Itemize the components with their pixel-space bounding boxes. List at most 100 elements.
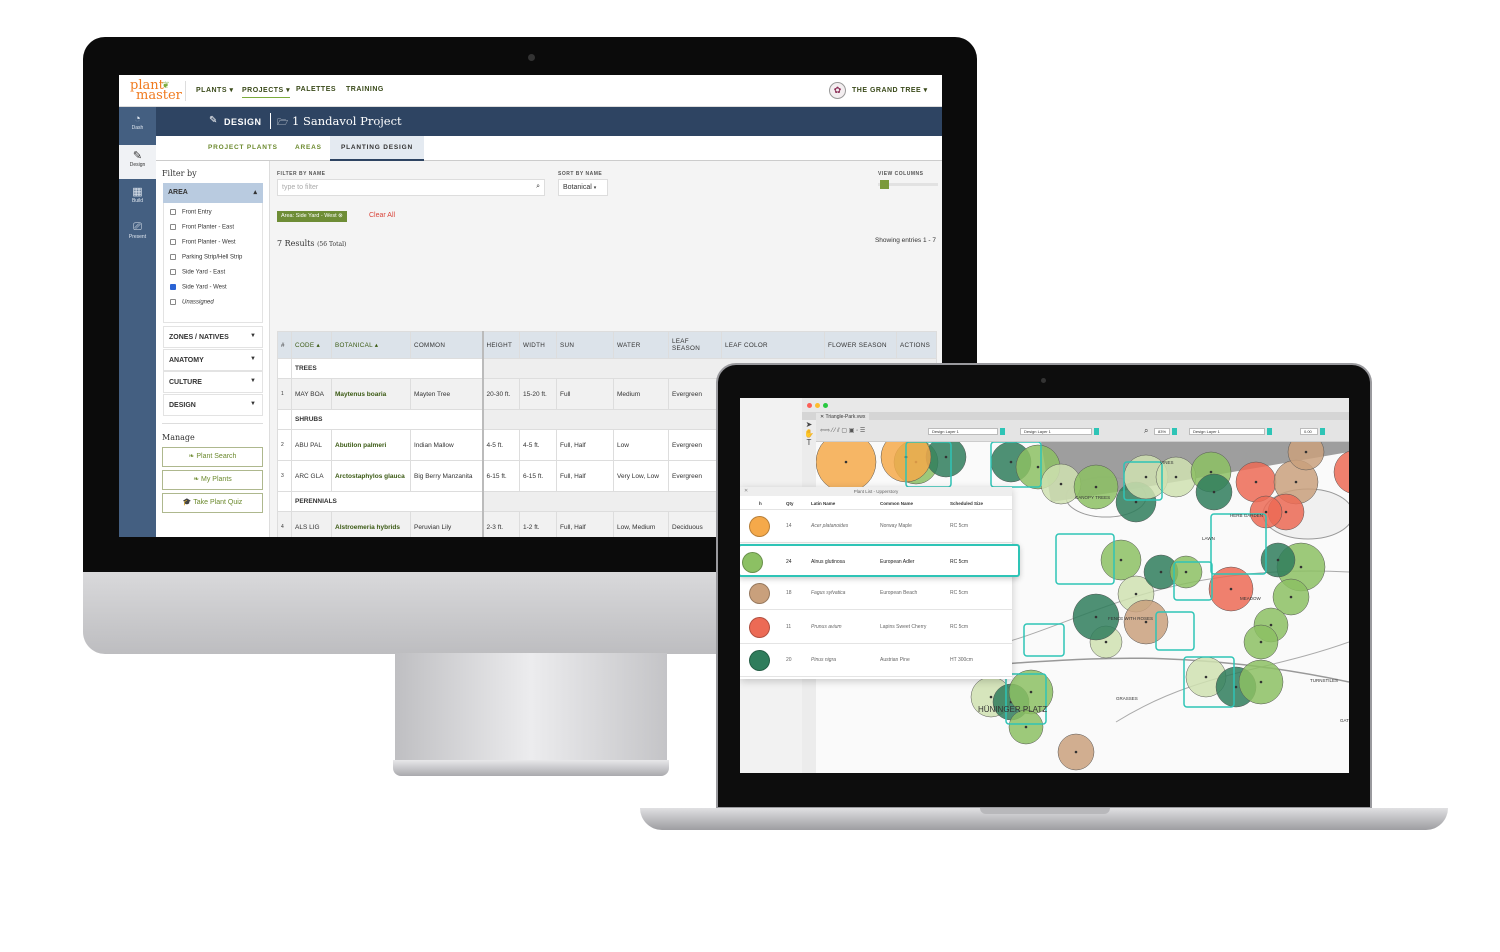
area-option[interactable]: Side Yard - West [170,284,227,291]
grid-icon: ▦ [132,186,143,198]
column-header[interactable]: HEIGHT [481,331,520,359]
cell-botanical[interactable]: Maytenus boaria [331,378,411,410]
close-window-button[interactable] [807,403,812,408]
clear-all-link[interactable]: Clear All [369,212,395,219]
category-label: TREES [291,358,483,379]
slider-thumb[interactable] [880,180,889,189]
checkbox[interactable] [170,224,176,230]
select-arrow-icon [1000,428,1005,435]
filter-group-accordion[interactable]: ANATOMY ▼ [163,348,263,371]
layer-select-2[interactable]: Design Layer 1 [1020,428,1092,435]
column-header[interactable]: # [277,331,292,359]
tab-planting-design[interactable]: PLANTING DESIGN [330,136,424,161]
column-header[interactable]: LEAF SEASON [668,331,722,359]
cell-width: 15-20 ft. [519,378,557,410]
zoom-select[interactable]: 83% [1154,428,1170,435]
layer-select-3[interactable]: Design Layer 1 [1189,428,1265,435]
zoom-icon[interactable]: ⌕ [1144,426,1148,436]
plant-list-row[interactable]: 14 Acer platanoides Norway Maple RC 5cm [740,510,1012,543]
tree-center-dot [1209,470,1213,474]
sort-select[interactable]: Botanical ▾ [558,179,608,196]
select-arrow-icon [1320,428,1325,435]
column-header[interactable]: WATER [613,331,669,359]
nav-plants[interactable]: PLANTS ▾ [196,86,233,94]
cell-water: Low, Medium [613,511,669,537]
caret-down-icon: ▼ [250,333,256,339]
checkbox[interactable] [170,254,176,260]
design-tools-icon: ✎ [132,150,143,162]
cell-botanical[interactable]: Abutilon palmeri [331,429,411,461]
take-plant-quiz-button[interactable]: 🎓 Take Plant Quiz [162,493,263,513]
cell-width: 4-5 ft. [519,429,557,461]
minimize-window-button[interactable] [815,403,820,408]
angle-field[interactable]: 0.00 [1300,428,1318,435]
plant-symbol-swatch [749,583,770,604]
area-option[interactable]: Side Yard - East [170,269,225,276]
cell-sun: Full, Half [556,429,614,461]
area-option[interactable]: Parking Strip/Hell Strip [170,254,242,261]
column-header[interactable]: BOTANICAL ▴ [331,331,411,359]
gauge-icon: ◔ [134,113,141,125]
area-option[interactable]: Front Planter - West [170,239,236,246]
area-accordion[interactable]: AREA ▴ [163,183,263,203]
tab-areas[interactable]: AREAS [295,144,322,151]
nav-projects[interactable]: PROJECTS ▾ [242,86,291,98]
tree-center-dot [1094,485,1098,489]
sidebar-item-present[interactable]: ⎚ Present [119,217,156,251]
area-option[interactable]: Front Planter - East [170,224,234,231]
column-header[interactable]: CODE ▴ [291,331,332,359]
column-header[interactable]: SUN [556,331,614,359]
pointer-tool-icon[interactable]: ➤ [802,420,816,429]
filter-group-accordion[interactable]: ZONES / NATIVES ▼ [163,326,263,348]
nav-training[interactable]: TRAINING [346,86,384,93]
tab-project-plants[interactable]: PROJECT PLANTS [208,144,278,151]
cell-height: 4-5 ft. [481,429,520,461]
filter-group-accordion[interactable]: DESIGN ▼ [163,393,263,416]
area-option[interactable]: Front Entry [170,209,212,216]
sidebar-item-design[interactable]: ✎ Design [119,145,156,179]
column-header[interactable]: LEAF COLOR [721,331,825,359]
checkbox[interactable] [170,239,176,245]
layer-select-1[interactable]: Design Layer 1 [928,428,998,435]
plant-search-button[interactable]: ❧ Plant Search [162,447,263,467]
checkbox[interactable] [170,284,176,290]
hand-tool-icon[interactable]: ✋ [802,429,816,438]
plant-list-row[interactable]: 11 Prunus avium Lapins Sweet Cherry RC 5… [740,611,1012,644]
account-menu[interactable]: THE GRAND TREE ▾ [852,86,928,94]
filter-by-name-input[interactable]: type to filter ⌕ [277,179,545,196]
column-header[interactable]: ACTIONS [896,331,937,359]
graduation-cap-icon: 🎓 [182,499,194,506]
checkbox[interactable] [170,269,176,275]
column-header[interactable]: FLOWER SEASON [824,331,897,359]
filter-chip[interactable]: Area: Side Yard - West ⊗ [277,211,347,222]
drawing-tools[interactable]: ⇦⇨ ⁄ ⁄ ⫽ ▢ ▣ ◦ ☰ [820,427,865,435]
filter-group-accordion[interactable]: CULTURE ▼ [163,371,263,393]
checkbox[interactable] [170,209,176,215]
plantmaster-logo[interactable]: plant master ❦ [130,79,182,102]
plant-list-row[interactable]: 20 Pinus nigra Austrian Pine HT 300cm [740,644,1012,677]
cell-width: 1-2 ft. [519,511,557,537]
my-plants-button[interactable]: ❧ My Plants [162,470,263,490]
checkbox[interactable] [170,299,176,305]
sidebar-item-dash[interactable]: ◔ Dash [119,109,156,143]
cell-botanical[interactable]: Arctostaphylos glauca [331,460,411,492]
results-count: 7 Results (56 Total) [277,239,347,248]
text-tool-icon[interactable]: T [802,438,816,447]
plant-list-row[interactable]: 24 Alnus glutinosa European Adler RC 5cm [740,543,1020,577]
cell-botanical[interactable]: Alstroemeria hybrids [331,511,411,537]
view-columns-slider[interactable] [878,180,938,189]
tree-center-dot [1234,685,1238,689]
account-avatar[interactable]: ✿ [829,82,846,99]
nav-palettes[interactable]: PALETTES [296,86,336,93]
close-icon[interactable]: ✕ [744,488,748,494]
close-circle-icon[interactable]: ⊗ [338,213,343,219]
plant-list-row[interactable]: 18 Fagus sylvatica European Beach RC 5cm [740,577,1012,610]
area-option[interactable]: Unassigned [170,299,214,306]
laptop-notch [980,808,1110,814]
column-header[interactable]: WIDTH [519,331,557,359]
maximize-window-button[interactable] [823,403,828,408]
sidebar-item-build[interactable]: ▦ Build [119,181,156,215]
plant-list-title: Plant List - Upperstory [740,487,1012,496]
tree-center-dot [1259,640,1263,644]
column-header[interactable]: COMMON [410,331,483,359]
